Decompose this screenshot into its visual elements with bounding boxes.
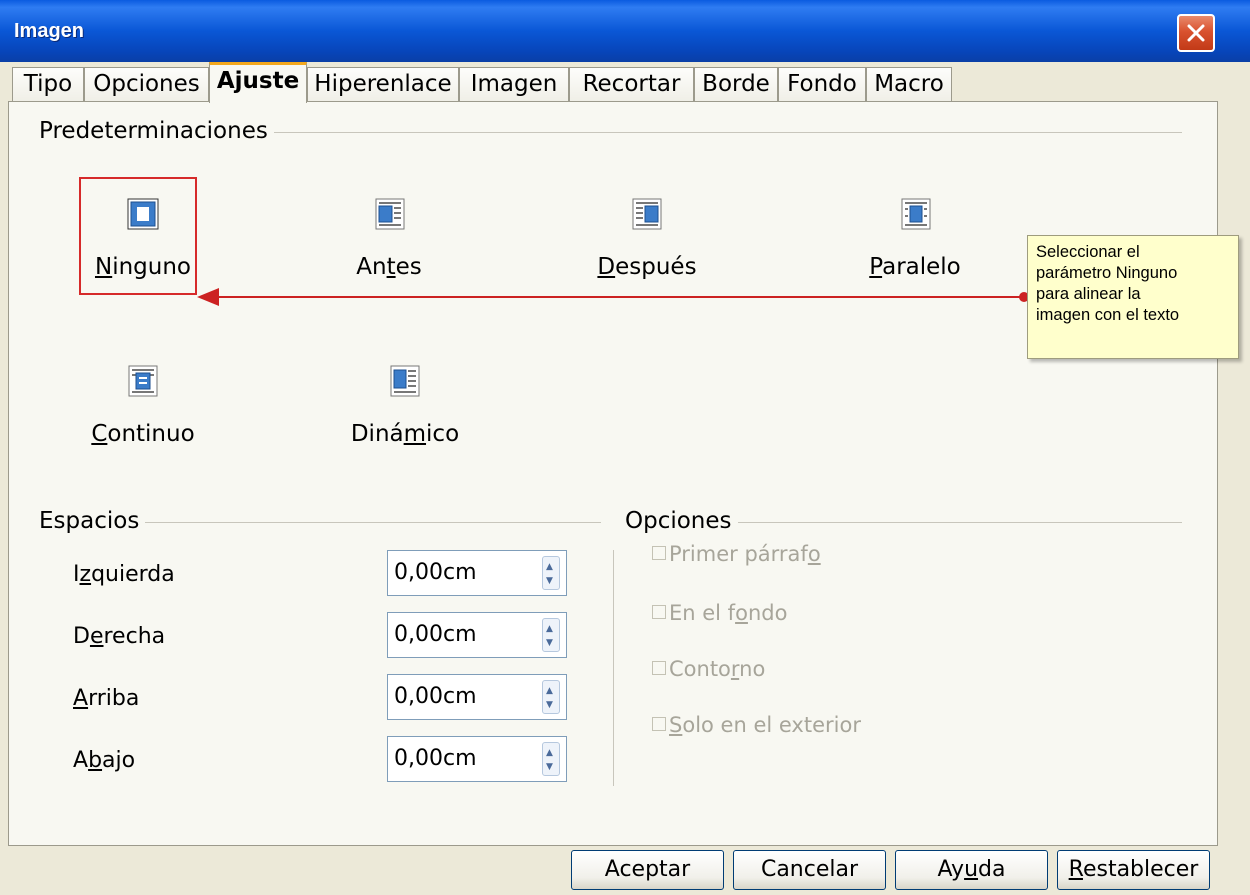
tab-ajuste[interactable]: Ajuste — [209, 62, 307, 103]
bottom-spacing-value[interactable]: 0,00cm — [394, 746, 477, 771]
cancel-button[interactable]: Cancelar — [733, 850, 886, 890]
preset-paralelo-label: Paralelo — [869, 254, 961, 280]
tab-hiperenlace[interactable]: Hiperenlace — [307, 67, 459, 101]
presets-section-title: Predeterminaciones — [39, 118, 274, 144]
options-separator — [613, 550, 614, 786]
selection-highlight — [79, 177, 197, 295]
tab-recortar[interactable]: Recortar — [569, 67, 694, 101]
checkbox-icon — [652, 546, 666, 560]
wrap-parallel-icon — [901, 198, 931, 230]
right-spacing-value[interactable]: 0,00cm — [394, 622, 477, 647]
top-spacing-value[interactable]: 0,00cm — [394, 684, 477, 709]
options-section-title: Opciones — [625, 508, 738, 534]
checkbox-icon — [652, 605, 666, 619]
preset-dinamico-label: Dinámico — [350, 421, 460, 447]
first-paragraph-checkbox[interactable]: Primer párrafo — [652, 542, 821, 566]
outside-only-checkbox[interactable]: Solo en el exterior — [652, 713, 861, 737]
dialog-body: Tipo Opciones Ajuste Hiperenlace Imagen … — [8, 62, 1242, 890]
tab-bar: Tipo Opciones Ajuste Hiperenlace Imagen … — [8, 62, 1242, 103]
preset-despues-label: Después — [597, 254, 697, 280]
reset-button[interactable]: Restablecer — [1057, 850, 1210, 890]
right-spacing-spinner[interactable]: 0,00cm ▲ ▼ — [387, 612, 567, 658]
wrap-after-icon — [632, 198, 662, 230]
left-spacing-label: Izquierda — [73, 562, 175, 587]
tab-macro[interactable]: Macro — [866, 67, 952, 101]
spacing-section-title: Espacios — [39, 508, 146, 534]
checkbox-icon — [652, 717, 666, 731]
preset-continuo-label: Continuo — [91, 421, 195, 447]
tab-tipo[interactable]: Tipo — [12, 67, 84, 101]
checkbox-icon — [652, 661, 666, 675]
contour-checkbox[interactable]: Contorno — [652, 657, 765, 681]
tab-opciones[interactable]: Opciones — [84, 67, 209, 101]
wrap-before-icon — [375, 198, 405, 230]
spin-arrows-icon[interactable]: ▲ ▼ — [542, 742, 560, 776]
close-button[interactable] — [1177, 14, 1215, 52]
wrap-optimal-icon — [390, 365, 420, 397]
spin-arrows-icon[interactable]: ▲ ▼ — [542, 556, 560, 590]
bottom-spacing-spinner[interactable]: 0,00cm ▲ ▼ — [387, 736, 567, 782]
left-spacing-spinner[interactable]: 0,00cm ▲ ▼ — [387, 550, 567, 596]
preset-antes-label: Antes — [356, 254, 422, 280]
top-spacing-label: Arriba — [73, 686, 140, 711]
spin-arrows-icon[interactable]: ▲ ▼ — [542, 618, 560, 652]
tab-fondo[interactable]: Fondo — [778, 67, 866, 101]
wrap-through-icon — [128, 365, 158, 397]
in-background-checkbox[interactable]: En el fondo — [652, 601, 787, 625]
title-bar[interactable]: Imagen — [0, 0, 1250, 62]
tab-imagen[interactable]: Imagen — [459, 67, 569, 101]
annotation-callout: Seleccionar el parámetro Ninguno para al… — [1027, 235, 1239, 359]
annotation-arrow-line — [214, 296, 1024, 298]
top-spacing-spinner[interactable]: 0,00cm ▲ ▼ — [387, 674, 567, 720]
tab-borde[interactable]: Borde — [694, 67, 778, 101]
help-button[interactable]: Ayuda — [895, 850, 1048, 890]
bottom-spacing-label: Abajo — [73, 748, 136, 773]
window-title: Imagen — [14, 20, 85, 42]
tab-panel-ajuste: Predeterminaciones Ninguno Antes Después… — [8, 101, 1239, 846]
arrow-head-icon — [197, 288, 219, 306]
close-icon — [1187, 24, 1205, 42]
spin-arrows-icon[interactable]: ▲ ▼ — [542, 680, 560, 714]
right-spacing-label: Derecha — [73, 624, 166, 649]
ok-button[interactable]: Aceptar — [571, 850, 724, 890]
left-spacing-value[interactable]: 0,00cm — [394, 560, 477, 585]
